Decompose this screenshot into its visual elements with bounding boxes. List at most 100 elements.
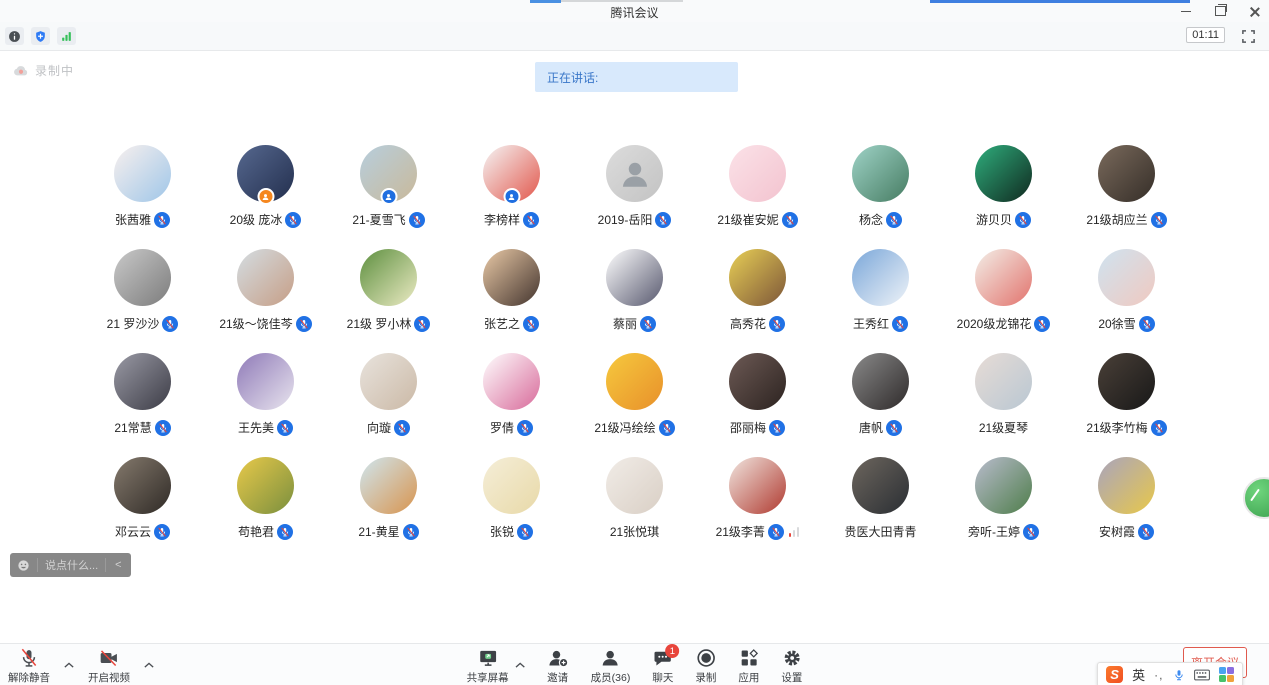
participant-tile[interactable]: 高秀花 (696, 245, 819, 349)
collapse-chat-icon[interactable]: < (113, 559, 123, 571)
participant-tile[interactable]: 21级夏琴 (942, 349, 1065, 453)
participant-name: 安树霞 (1099, 523, 1135, 540)
floating-widget[interactable] (1243, 477, 1269, 519)
participant-tile[interactable]: 21级 罗小林 (327, 245, 450, 349)
participant-avatar (1098, 249, 1155, 306)
participant-avatar (237, 457, 294, 514)
camera-off-icon (98, 648, 120, 668)
security-shield-icon[interactable] (31, 27, 50, 45)
muted-mic-icon (517, 420, 533, 436)
participant-tile[interactable]: 张锐 (450, 453, 573, 557)
sogou-logo-icon[interactable]: S (1106, 666, 1123, 683)
participant-tile[interactable]: 21级李竹梅 (1065, 349, 1188, 453)
emoji-icon[interactable] (17, 559, 30, 572)
chat-input-placeholder[interactable]: 说点什么... (45, 557, 98, 573)
participant-tile[interactable]: 王先美 (204, 349, 327, 453)
close-button[interactable] (1245, 3, 1263, 19)
network-status-icon[interactable] (57, 27, 76, 45)
participant-avatar (483, 249, 540, 306)
participant-tile[interactable]: 21 罗沙沙 (81, 245, 204, 349)
quick-chat-bar[interactable]: 说点什么... < (10, 553, 131, 577)
apps-button[interactable]: 应用 (738, 644, 759, 685)
participant-tile[interactable]: 21级～饶佳芩 (204, 245, 327, 349)
muted-mic-icon (409, 212, 425, 228)
participant-tile[interactable]: 邓云云 (81, 453, 204, 557)
participant-avatar (606, 145, 663, 202)
participant-tile[interactable]: 20级 庞冰 (204, 141, 327, 245)
divider (105, 558, 106, 572)
muted-mic-icon (892, 316, 908, 332)
muted-mic-icon (655, 212, 671, 228)
muted-mic-icon (1034, 316, 1050, 332)
participant-avatar (975, 457, 1032, 514)
share-screen-button[interactable]: 共享屏幕 (467, 644, 509, 685)
participant-name: 蔡丽 (613, 315, 637, 332)
muted-mic-icon (782, 212, 798, 228)
participant-tile[interactable]: 2019-岳阳 (573, 141, 696, 245)
meeting-timer: 01:11 (1186, 27, 1225, 43)
participant-tile[interactable]: 唐帆 (819, 349, 942, 453)
participant-tile[interactable]: 旁听-王婷 (942, 453, 1065, 557)
participant-name: 旁听-王婷 (968, 523, 1020, 540)
participant-avatar (975, 145, 1032, 202)
participant-name: 21张悦琪 (610, 523, 659, 540)
participant-tile[interactable]: 贵医大田青青 (819, 453, 942, 557)
participant-name: 2019-岳阳 (598, 211, 653, 228)
ime-punctuation-toggle[interactable]: ·, (1154, 668, 1163, 682)
participant-name: 苟艳君 (238, 523, 274, 540)
ime-menu-icon[interactable] (1219, 667, 1235, 683)
chat-button[interactable]: 聊天 1 (652, 644, 673, 685)
minimize-button[interactable] (1177, 3, 1195, 19)
ime-language-toggle[interactable]: 英 (1132, 665, 1145, 684)
participant-tile[interactable]: 2020级龙锦花 (942, 245, 1065, 349)
participant-tile[interactable]: 21张悦琪 (573, 453, 696, 557)
participant-name: 2020级龙锦花 (957, 315, 1032, 332)
participant-avatar (1098, 145, 1155, 202)
voice-input-icon[interactable] (1173, 668, 1185, 682)
participant-tile[interactable]: 21-黄星 (327, 453, 450, 557)
participant-tile[interactable]: 李榜样 (450, 141, 573, 245)
maximize-button[interactable] (1211, 3, 1229, 19)
recording-label: 录制中 (35, 62, 74, 79)
share-options-chevron[interactable] (515, 644, 525, 674)
participant-tile[interactable]: 21-夏雪飞 (327, 141, 450, 245)
muted-mic-icon (659, 420, 675, 436)
participant-name: 罗倩 (490, 419, 514, 436)
participant-tile[interactable]: 向璇 (327, 349, 450, 453)
participant-tile[interactable]: 21常慧 (81, 349, 204, 453)
participant-tile[interactable]: 苟艳君 (204, 453, 327, 557)
participant-tile[interactable]: 张艺之 (450, 245, 573, 349)
participant-avatar (114, 145, 171, 202)
participant-avatar (360, 353, 417, 410)
participant-tile[interactable]: 杨念 (819, 141, 942, 245)
participant-tile[interactable]: 20徐雪 (1065, 245, 1188, 349)
record-button[interactable]: 录制 (695, 644, 716, 685)
meeting-info-icon[interactable] (5, 27, 24, 45)
participant-tile[interactable]: 游贝贝 (942, 141, 1065, 245)
participant-name: 21级胡应兰 (1086, 211, 1147, 228)
invite-button[interactable]: 邀请 (547, 644, 569, 685)
participant-name: 21级 罗小林 (347, 315, 412, 332)
participant-tile[interactable]: 邵丽梅 (696, 349, 819, 453)
start-video-button[interactable]: 开启视频 (88, 644, 130, 685)
keyboard-icon[interactable] (1194, 669, 1210, 681)
participant-tile[interactable]: 安树霞 (1065, 453, 1188, 557)
participant-name: 李榜样 (484, 211, 520, 228)
participant-tile[interactable]: 21级冯绘绘 (573, 349, 696, 453)
participant-tile[interactable]: 张茜雅 (81, 141, 204, 245)
participant-tile[interactable]: 蔡丽 (573, 245, 696, 349)
fullscreen-icon[interactable] (1239, 27, 1257, 45)
video-options-chevron[interactable] (144, 644, 154, 674)
ime-toolbar[interactable]: S 英 ·, (1097, 662, 1243, 685)
invite-person-icon (547, 648, 569, 668)
participant-name: 高秀花 (730, 315, 766, 332)
participant-tile[interactable]: 罗倩 (450, 349, 573, 453)
participant-tile[interactable]: 王秀红 (819, 245, 942, 349)
members-button[interactable]: 成员(36) (591, 644, 631, 685)
participant-tile[interactable]: 21级胡应兰 (1065, 141, 1188, 245)
audio-options-chevron[interactable] (64, 644, 74, 674)
participant-tile[interactable]: 21级李菁 (696, 453, 819, 557)
settings-button[interactable]: 设置 (781, 644, 802, 685)
participant-tile[interactable]: 21级崔安妮 (696, 141, 819, 245)
unmute-button[interactable]: 解除静音 (8, 644, 50, 685)
